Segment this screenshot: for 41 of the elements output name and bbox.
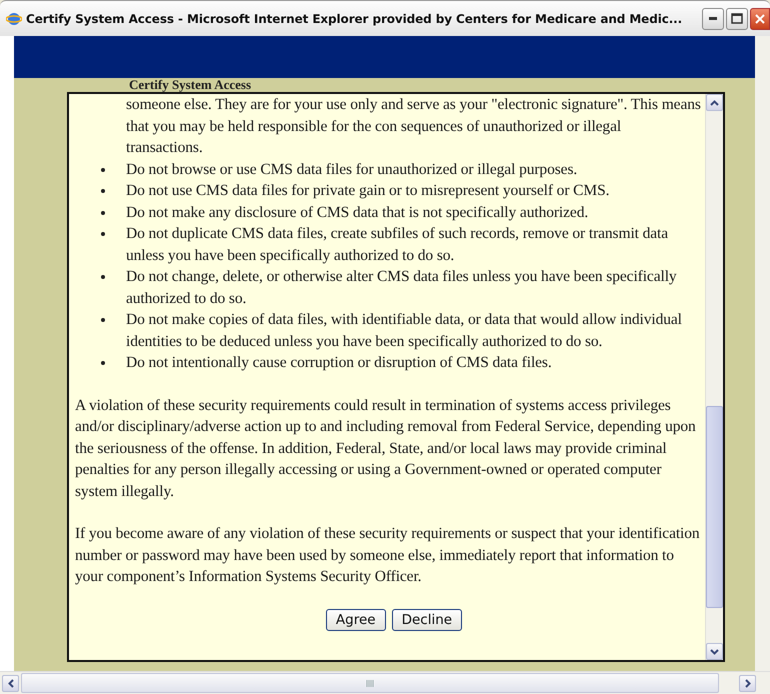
scroll-up-button[interactable] [706, 94, 723, 111]
scroll-right-button[interactable] [739, 674, 756, 692]
bullet-icon [101, 168, 105, 172]
bullet-icon [101, 189, 105, 193]
rule-text: Do not make any disclosure of CMS data that is not specifically authorized. [126, 202, 588, 222]
chevron-up-icon [710, 100, 719, 106]
rule-text: someone else. They are for your use only and serve as your "electronic signature". This means that you may be held responsible for the con sequences of unauthorized or illegal transactions. [126, 95, 701, 158]
close-button[interactable] [750, 8, 770, 30]
scroll-thumb[interactable] [706, 406, 723, 608]
bullet-icon [101, 318, 105, 322]
maximize-button[interactable] [726, 8, 748, 30]
rule-text: Do not duplicate CMS data files, create subfiles of such records, remove or transmit data unless you have been specifically authorized to do so. [126, 224, 670, 266]
agree-button[interactable]: Agree [326, 608, 386, 630]
bullet-icon [101, 232, 105, 236]
scroll-down-button[interactable] [706, 643, 723, 660]
paragraph-text: If you become aware of any violation of these security requirements or suspect that your identification number or password may have been used by someone else, immediately report that information to your component’s Information Systems Security Officer. [75, 524, 701, 587]
minimize-icon [709, 17, 717, 20]
paragraph-text: A violation of these security requirements could result in termination of systems access privileges and/or disciplinary/adverse action up to and including removal from Federal Service, depending upon the seriousness of the offense. In addition, Federal, State, and/or local laws may provide criminal penalties for any person illegally accessing or using a Government-owned or operated computer system illegally. [75, 396, 697, 502]
chevron-left-icon [8, 678, 14, 688]
rule-text: Do not use CMS data files for private gain or to misrepresent yourself or CMS. [126, 181, 610, 201]
rule-text: Do not change, delete, or otherwise alter CMS data files unless you have been specifically authorized to do so. [126, 267, 678, 308]
close-icon [755, 14, 765, 24]
scrollbar[interactable] [705, 94, 723, 660]
page-heading: Certify System Access [129, 78, 252, 92]
page-scrollbar[interactable] [755, 36, 770, 671]
horizontal-scrollbar[interactable] [21, 673, 719, 693]
grip-icon [366, 680, 374, 686]
bullet-icon [101, 361, 105, 365]
scroll-left-button[interactable] [2, 674, 19, 692]
maximize-icon [731, 13, 743, 24]
rule-text: Do not intentionally cause corruption or disruption of CMS data files. [126, 353, 552, 373]
chevron-right-icon [744, 678, 750, 688]
bullet-icon [101, 210, 105, 214]
minimize-button[interactable] [702, 8, 724, 30]
window-title: Certify System Access - Microsoft Internet Explorer provided by Centers for Medicare and Medic... [26, 12, 684, 26]
decline-button[interactable]: Decline [392, 608, 462, 630]
rule-text: Do not browse or use CMS data files for unauthorized or illegal purposes. [126, 160, 578, 180]
bullet-icon [101, 275, 105, 279]
browser-icon [6, 10, 22, 26]
chevron-down-icon [710, 648, 719, 654]
rule-text: Do not make copies of data files, with identifiable data, or data that would allow individual identities to be deduced unless you have been specifically authorized to do so. [126, 310, 683, 352]
